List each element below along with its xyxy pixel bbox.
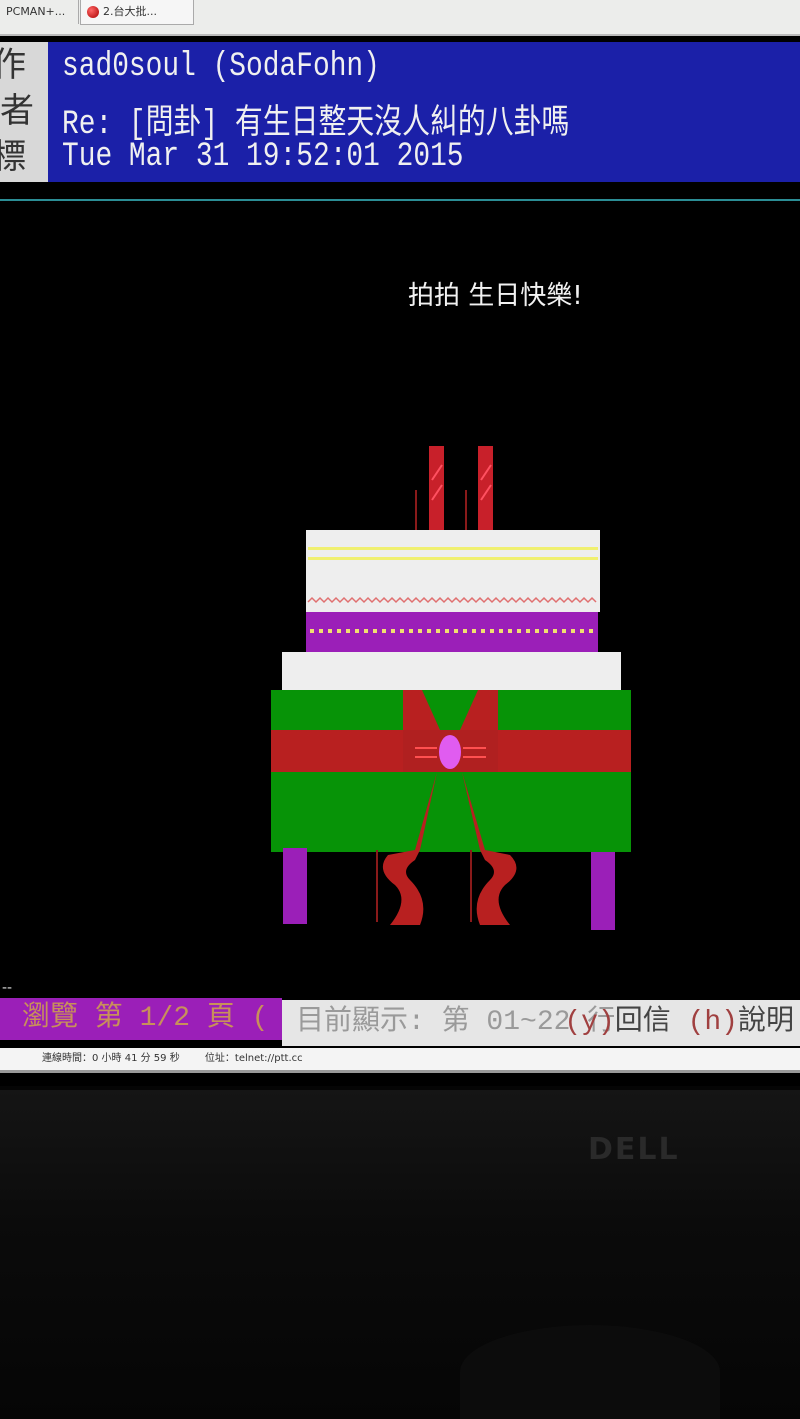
reply-label[interactable]: 回信 [615,1007,671,1038]
browse-status: 瀏覽 第 1/2 頁 ( 95%) [0,998,352,1040]
candle-right [478,446,493,530]
bow-knot [439,735,461,769]
footer-help: (y)回信 (h)說明 [564,1000,794,1046]
connection-time: 連線時間：0 小時 41 分 59 秒 [42,1053,180,1064]
monitor-logo: DELL [588,1132,680,1167]
help-key[interactable]: (h) [688,1007,738,1038]
address: 位址：telnet://ptt.cc [204,1053,303,1064]
middle-tier-frosting [282,652,621,694]
candles [415,446,493,530]
reply-key[interactable]: (y) [564,1007,614,1038]
leg-left [283,848,307,924]
help-label[interactable]: 說明 [738,1007,794,1038]
leg-right [591,852,615,930]
status-bar: 連線時間：0 小時 41 分 59 秒 位址：telnet://ptt.cc [0,1048,800,1073]
candle-left [429,446,444,530]
monitor-stand [460,1325,720,1419]
line-status: 目前顯示: 第 01~22 行 (y)回信 (h)說明 [282,1000,800,1046]
birthday-cake-art [271,446,631,930]
cursor-marker: -- [2,980,13,996]
